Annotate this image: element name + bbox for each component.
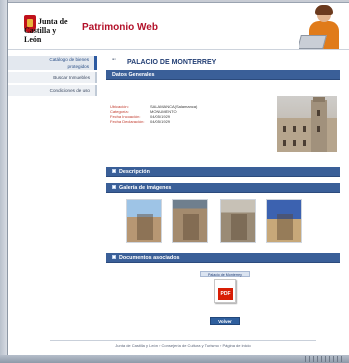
section-title: Galería de imágenes xyxy=(119,185,172,191)
sidebar-item-catalogo[interactable]: Catálogo de bienes protegidos xyxy=(8,56,97,70)
window-bottom-frame xyxy=(0,355,349,363)
datos-row: Fecha Declaración: 04/05/1929 xyxy=(110,119,197,124)
sidebar-item-buscar[interactable]: Buscar Inmuebles xyxy=(8,72,97,83)
gallery-thumbnail[interactable] xyxy=(126,199,162,243)
section-title: Documentos asociados xyxy=(119,255,180,261)
documents-panel: Palacio de Monterrey PDF xyxy=(106,263,340,311)
section-title: Datos Generales xyxy=(112,72,155,78)
expand-icon xyxy=(112,169,116,173)
logo-line-1: Junta de xyxy=(38,17,68,26)
datos-value: 04/05/1929 xyxy=(150,119,171,124)
sidebar-item-label: Buscar Inmuebles xyxy=(53,75,90,80)
web-page: Junta de Castilla y León Patrimonio Web … xyxy=(8,3,349,355)
junta-logo[interactable]: Junta de Castilla y León xyxy=(24,17,72,44)
image-gallery xyxy=(106,193,340,247)
volver-row: Volver xyxy=(106,311,340,327)
sidebar-menu: Catálogo de bienes protegidos Buscar Inm… xyxy=(8,56,97,98)
document-link[interactable]: Palacio de Monterrey xyxy=(200,271,250,277)
logo-line-2: Castilla y León xyxy=(24,26,57,44)
page-heading: ▪▫ PALACIO DE MONTERREY xyxy=(106,53,340,70)
section-title: Descripción xyxy=(119,169,150,175)
datos-key: Fecha Declaración: xyxy=(110,119,145,124)
expand-icon xyxy=(112,255,116,259)
monument-photo[interactable] xyxy=(277,96,337,152)
footer-links[interactable]: Junta de Castilla y León › Consejería de… xyxy=(50,343,316,348)
site-header: Junta de Castilla y León Patrimonio Web xyxy=(8,3,349,50)
sidebar-item-label: Condiciones de uso xyxy=(49,88,90,93)
main-content: ▪▫ PALACIO DE MONTERREY Datos Generales … xyxy=(106,53,340,327)
footer-divider xyxy=(50,340,316,341)
gallery-thumbnail[interactable] xyxy=(266,199,302,243)
datos-table: Ubicación: SALAMANCA(Salamanca) Categoría… xyxy=(110,104,197,124)
sidebar-item-condiciones[interactable]: Condiciones de uso xyxy=(8,85,97,96)
page-title: PALACIO DE MONTERREY xyxy=(127,59,217,66)
site-footer: Junta de Castilla y León › Consejería de… xyxy=(8,336,349,355)
pin-icon: ▪▫ xyxy=(112,57,117,63)
sidebar-item-label: Catálogo de bienes xyxy=(49,57,89,62)
datos-generales-header: Datos Generales xyxy=(106,70,340,80)
portal-title[interactable]: Patrimonio Web xyxy=(82,22,158,33)
window-left-frame xyxy=(0,0,8,363)
pdf-icon[interactable]: PDF xyxy=(214,279,236,303)
pdf-label: PDF xyxy=(218,288,233,300)
volver-button[interactable]: Volver xyxy=(210,317,240,325)
sidebar-item-label-2: protegidos xyxy=(67,64,89,69)
galeria-toggle[interactable]: Galería de imágenes xyxy=(106,183,340,193)
documentos-toggle[interactable]: Documentos asociados xyxy=(106,253,340,263)
header-illustration xyxy=(299,3,349,49)
resize-grip-icon[interactable] xyxy=(305,356,345,362)
expand-icon xyxy=(112,185,116,189)
gallery-thumbnail[interactable] xyxy=(172,199,208,243)
gallery-thumbnail[interactable] xyxy=(220,199,256,243)
datos-generales-panel: Ubicación: SALAMANCA(Salamanca) Categoría… xyxy=(106,80,340,158)
descripcion-toggle[interactable]: Descripción xyxy=(106,167,340,177)
